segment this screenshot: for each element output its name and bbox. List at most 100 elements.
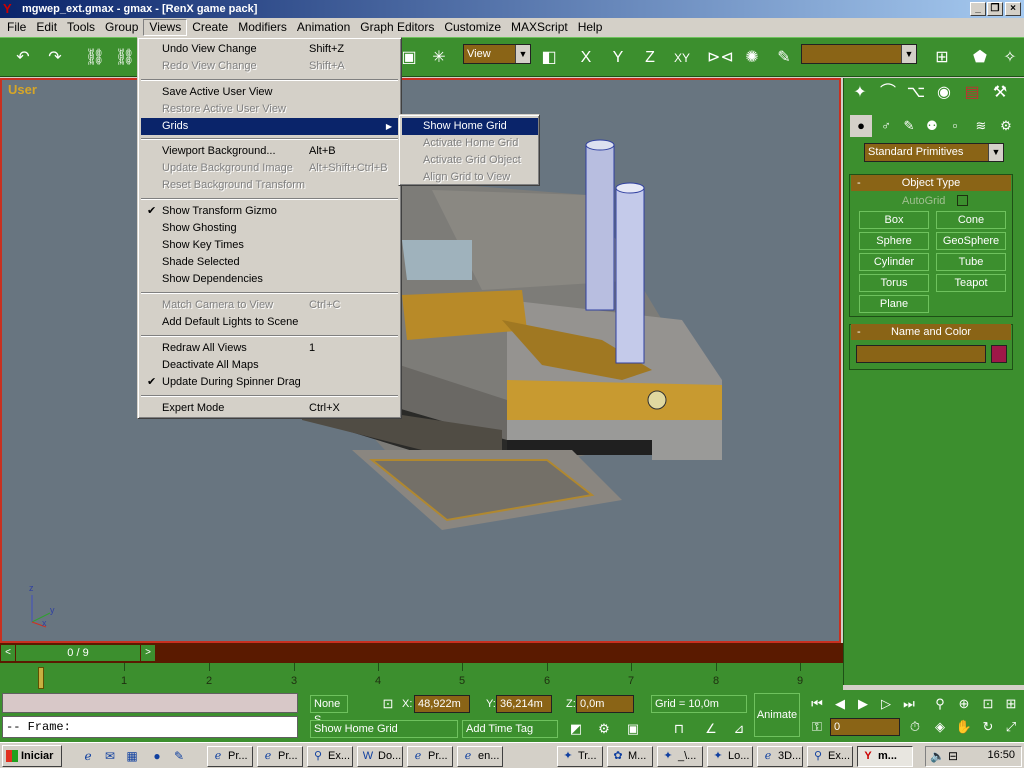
tube-button[interactable]: Tube: [936, 253, 1006, 271]
menu-item-deactivate-all-maps[interactable]: Deactivate All Maps: [141, 357, 398, 374]
helpers-icon[interactable]: ▫: [944, 115, 966, 137]
zoom-extents-icon[interactable]: ⊡: [977, 694, 999, 714]
pan-hand-icon[interactable]: ✋: [953, 717, 975, 737]
snap-toggle-icon[interactable]: ⊓: [668, 719, 690, 739]
create-tab-icon[interactable]: ✦: [847, 80, 873, 106]
menu-item-save-active-user-view[interactable]: Save Active User View: [141, 84, 398, 101]
menu-item-restore-active-user-view[interactable]: Restore Active User View: [141, 101, 398, 118]
torus-button[interactable]: Torus: [859, 274, 929, 292]
menu-item-expert-mode[interactable]: Expert Mode Ctrl+X: [141, 400, 398, 417]
current-frame-field[interactable]: 0: [830, 718, 900, 736]
previous-frame-icon[interactable]: ◀: [829, 694, 851, 714]
menu-create[interactable]: Create: [187, 19, 233, 36]
object-category-dropdown[interactable]: Standard Primitives ▼: [864, 143, 1004, 162]
task-button[interactable]: ✦ Tr...: [557, 746, 603, 767]
menu-maxscript[interactable]: MAXScript: [506, 19, 573, 36]
next-frame-icon[interactable]: ▷: [875, 694, 897, 714]
object-type-header[interactable]: - Object Type: [851, 175, 1011, 191]
menu-item-align-grid-to-view[interactable]: Align Grid to View: [402, 169, 538, 186]
menu-item-viewport-background[interactable]: Viewport Background... Alt+B: [141, 143, 398, 160]
cone-button[interactable]: Cone: [936, 211, 1006, 229]
task-button[interactable]: ✦ _\...: [657, 746, 703, 767]
space-warps-icon[interactable]: ≋: [970, 115, 992, 137]
media-icon[interactable]: ●: [148, 747, 166, 765]
plane-button[interactable]: Plane: [859, 295, 929, 313]
box-icon[interactable]: ▣: [622, 719, 644, 739]
current-frame-marker[interactable]: [38, 667, 44, 689]
arc-rotate-icon[interactable]: ↻: [977, 717, 999, 737]
modify-tab-icon[interactable]: ⌒: [875, 80, 901, 106]
menu-item-show-dependencies[interactable]: Show Dependencies: [141, 271, 398, 288]
cylinder-button[interactable]: Cylinder: [859, 253, 929, 271]
unlink-icon[interactable]: ⛓: [112, 45, 138, 71]
restore-button[interactable]: ❐: [987, 2, 1003, 16]
display-tab-icon[interactable]: ▤: [959, 80, 985, 106]
menu-file[interactable]: File: [2, 19, 31, 36]
menu-views[interactable]: Views: [143, 19, 188, 36]
close-button[interactable]: ×: [1005, 2, 1021, 16]
percent-snap-icon[interactable]: ⊿: [728, 719, 750, 739]
maximize-viewport-icon[interactable]: ⤢: [1000, 717, 1022, 737]
go-to-end-icon[interactable]: ⏭: [898, 694, 920, 714]
time-config-icon[interactable]: ⏱: [904, 717, 926, 737]
play-icon[interactable]: ▶: [852, 694, 874, 714]
task-button[interactable]: ℯ en...: [457, 746, 503, 767]
name-and-color-header[interactable]: - Name and Color: [851, 324, 1011, 340]
menu-item-show-ghosting[interactable]: Show Ghosting: [141, 220, 398, 237]
restrict-z-icon[interactable]: Z: [637, 45, 663, 71]
menu-help[interactable]: Help: [573, 19, 608, 36]
box-button[interactable]: Box: [859, 211, 929, 229]
menu-item-add-default-lights[interactable]: Add Default Lights to Scene: [141, 314, 398, 331]
select-link-icon[interactable]: ⛓: [82, 45, 108, 71]
array-icon[interactable]: ✺: [739, 45, 765, 71]
menu-edit[interactable]: Edit: [31, 19, 62, 36]
x-coordinate-field[interactable]: 48,922m: [414, 695, 470, 713]
track-bar[interactable]: 1 2 3 4 5 6 7 8 9: [0, 663, 843, 690]
task-button[interactable]: ✿ M...: [607, 746, 653, 767]
render-icon[interactable]: ✧: [997, 45, 1023, 71]
task-button-gmax[interactable]: Ym...: [857, 746, 913, 767]
network-icon[interactable]: ⊟: [948, 749, 958, 763]
lock-selection-icon[interactable]: ⊡: [377, 694, 399, 714]
y-coordinate-field[interactable]: 36,214m: [496, 695, 552, 713]
autogrid-checkbox[interactable]: [957, 195, 968, 206]
menu-item-activate-home-grid[interactable]: Activate Home Grid: [402, 135, 538, 152]
menu-customize[interactable]: Customize: [439, 19, 506, 36]
task-button[interactable]: W Do...: [357, 746, 403, 767]
add-time-tag-button[interactable]: Add Time Tag: [462, 720, 558, 738]
menu-item-grids[interactable]: Grids ▶: [141, 118, 398, 135]
clock[interactable]: 16:50: [987, 749, 1015, 761]
align-icon[interactable]: ✎: [771, 45, 797, 71]
task-button[interactable]: ✦ Lo...: [707, 746, 753, 767]
menu-item-show-transform-gizmo[interactable]: ✔ Show Transform Gizmo: [141, 203, 398, 220]
task-button[interactable]: ℯ Pr...: [407, 746, 453, 767]
utilities-tab-icon[interactable]: ⚒: [987, 80, 1013, 106]
object-color-swatch[interactable]: [991, 345, 1007, 363]
task-button[interactable]: ℯ 3D...: [757, 746, 803, 767]
angle-snap-icon[interactable]: ∠: [700, 719, 722, 739]
geosphere-button[interactable]: GeoSphere: [936, 232, 1006, 250]
task-button[interactable]: ℯ Pr...: [207, 746, 253, 767]
key-mode-icon[interactable]: ⚿: [806, 717, 828, 737]
field-of-view-icon[interactable]: ◈: [929, 717, 951, 737]
menu-item-redo-view-change[interactable]: Redo View Change Shift+A: [141, 58, 398, 75]
minimize-button[interactable]: _: [970, 2, 986, 16]
menu-animation[interactable]: Animation: [292, 19, 355, 36]
frame-prompt-line[interactable]: -- Frame:: [2, 716, 298, 738]
start-button[interactable]: Iniciar: [2, 745, 62, 767]
object-name-field[interactable]: [856, 345, 986, 363]
menu-item-match-camera-to-view[interactable]: Match Camera to View Ctrl+C: [141, 297, 398, 314]
menu-item-update-during-spinner-drag[interactable]: ✔ Update During Spinner Drag: [141, 374, 398, 391]
internet-explorer-icon[interactable]: ℯ: [79, 747, 97, 765]
go-to-start-icon[interactable]: ⏮: [806, 694, 828, 714]
gear-icon[interactable]: ⚙: [593, 719, 615, 739]
desktop-icon[interactable]: ▦: [123, 747, 141, 765]
menu-item-update-background-image[interactable]: Update Background Image Alt+Shift+Ctrl+B: [141, 160, 398, 177]
motion-tab-icon[interactable]: ◉: [931, 80, 957, 106]
animate-button[interactable]: Animate: [754, 693, 800, 737]
menu-item-activate-grid-object[interactable]: Activate Grid Object: [402, 152, 538, 169]
time-slider-prev-icon[interactable]: <: [1, 645, 15, 661]
restrict-x-icon[interactable]: X: [573, 45, 599, 71]
menu-group[interactable]: Group: [100, 19, 143, 36]
shapes-icon[interactable]: ♂: [875, 115, 897, 137]
